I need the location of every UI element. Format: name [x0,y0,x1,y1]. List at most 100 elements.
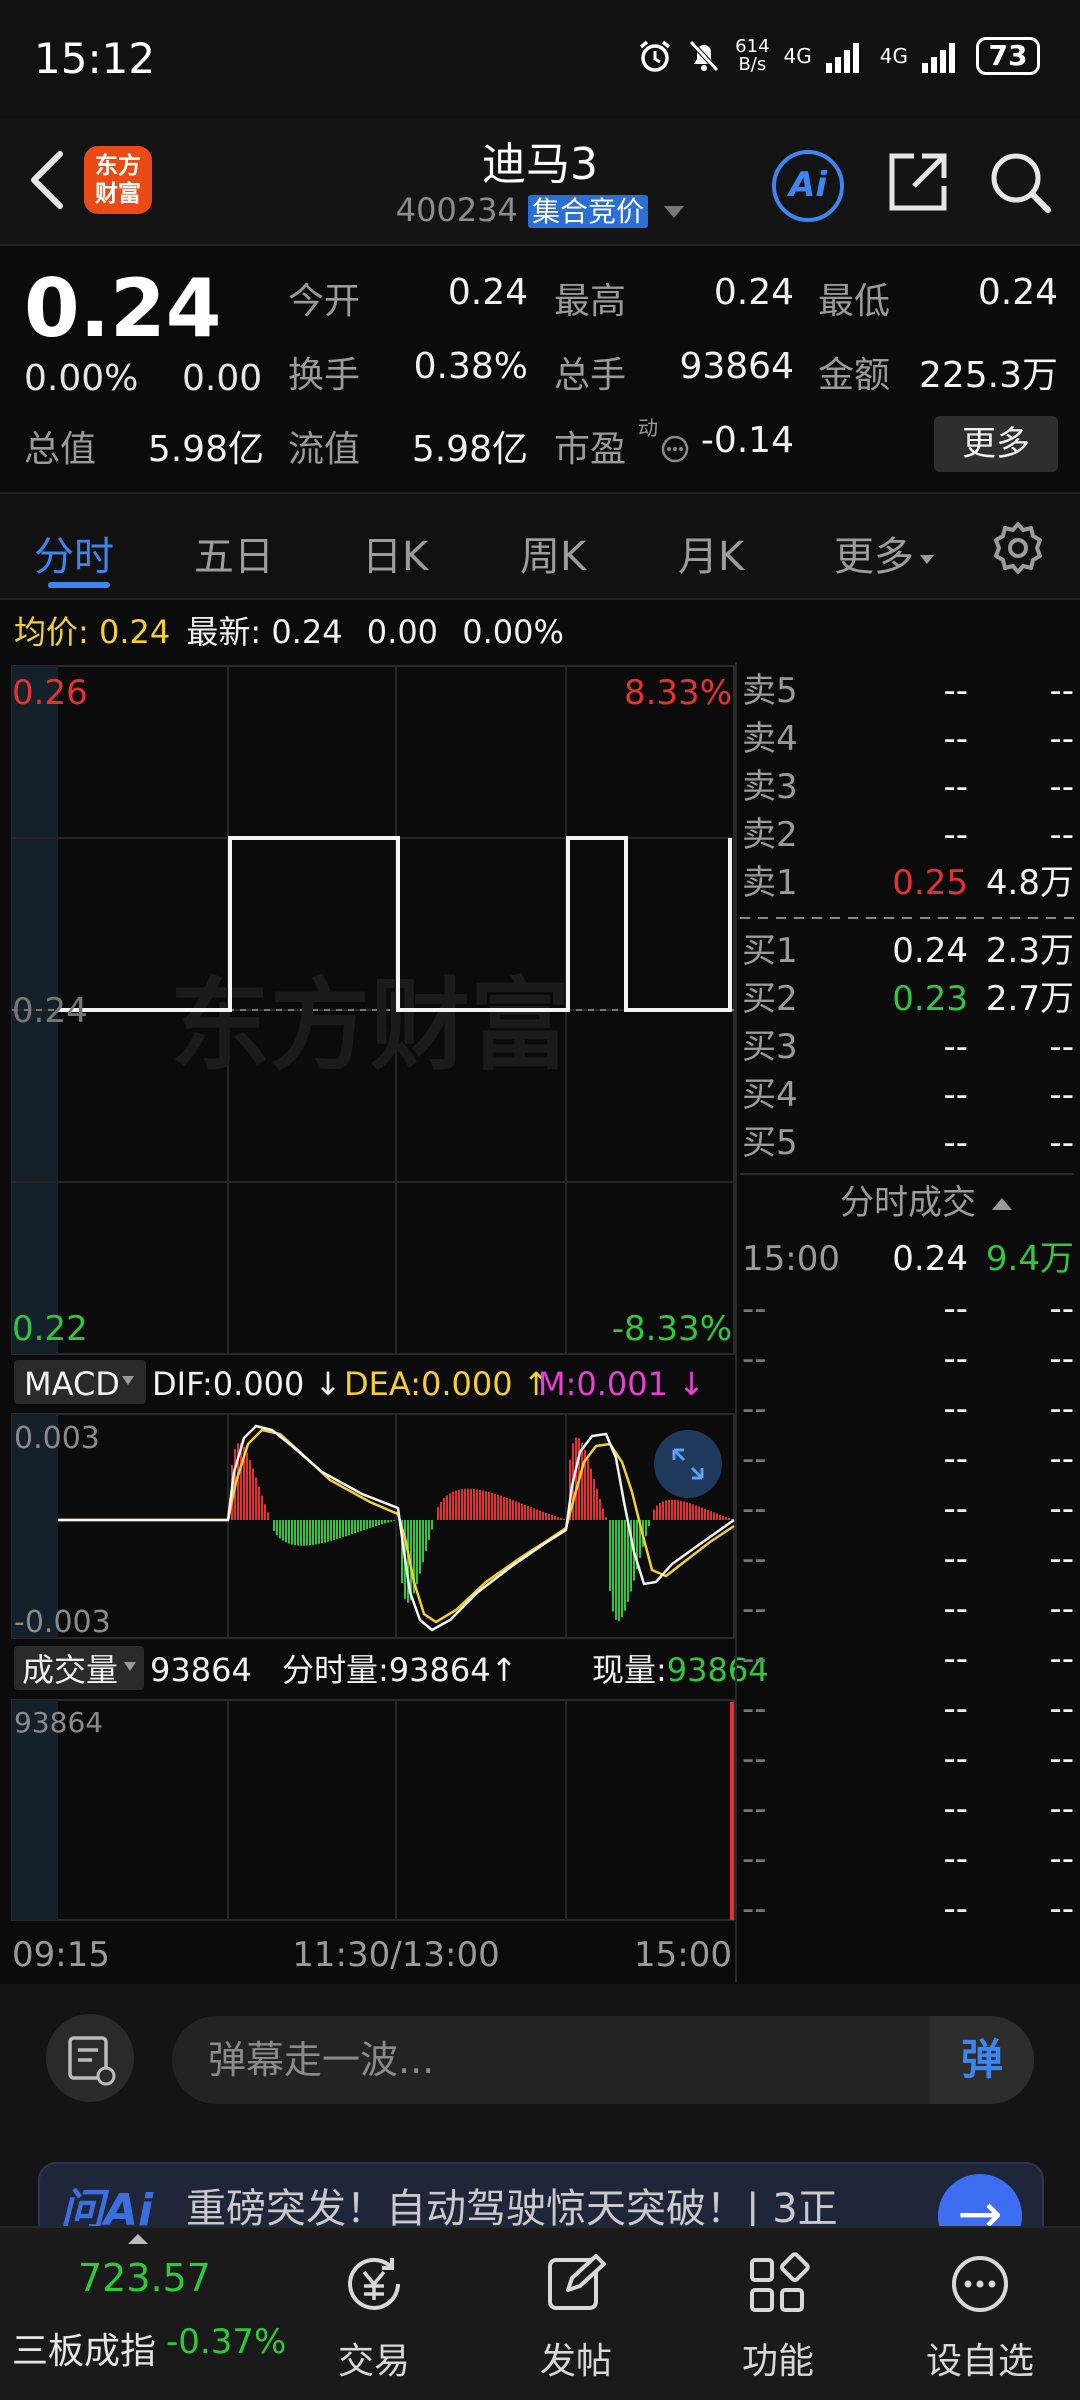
search-icon[interactable] [986,148,1054,216]
macd-bar [470,1488,472,1520]
index-name[interactable]: 三板成指 [12,2322,156,2374]
macd-axis-bottom: -0.003 [14,1605,111,1640]
macd-bar [461,1489,463,1520]
tab-monthly-k[interactable]: 月K [678,524,744,582]
tab-more[interactable]: 更多 [834,524,934,582]
macd-bar [291,1520,293,1545]
danmu-bar: 弹幕走一波... 弹 [0,1984,1080,2130]
promo-banner[interactable]: 问Ai 重磅突发！自动驾驶惊天突破！| 3正 → [0,2130,1080,2226]
more-fields-button[interactable]: 更多 [934,416,1058,472]
info-icon[interactable] [660,434,690,464]
macd-bar [548,1513,550,1520]
volume-label: 总手 [554,355,627,396]
macd-bar [581,1442,583,1520]
macd-bar [704,1508,706,1520]
macd-bar [491,1492,493,1520]
macd-bar [467,1488,469,1520]
volume-bar [730,1702,734,1920]
macd-bar [488,1491,490,1520]
volume-panel-frame [11,1699,735,1921]
macd-bar [422,1520,424,1563]
trade-time: -- [742,1789,767,1829]
macd-bar [674,1499,676,1520]
latest-value: 0.24 [271,613,343,651]
sort-up-icon[interactable] [992,1198,1012,1210]
tab-daily-k[interactable]: 日K [362,524,428,582]
grid-icon [750,2252,810,2312]
add-watchlist-label: 设自选 [925,2341,1034,2382]
macd-bar [339,1520,341,1539]
functions-button[interactable]: 功能 [698,2228,858,2400]
macd-bar [662,1501,664,1520]
macd-bar [455,1490,457,1520]
tab-weekly-k[interactable]: 周K [520,524,586,582]
macd-bar [560,1518,562,1520]
macd-bar [590,1468,592,1520]
macd-bar [330,1520,332,1541]
macd-bar [509,1499,511,1520]
macd-bar [618,1520,620,1621]
trade-price: -- [943,1389,968,1429]
ask-level-label: 卖2 [742,815,798,855]
trade-volume: -- [1049,1689,1074,1729]
macd-bar [393,1520,395,1521]
macd-bar [551,1515,553,1520]
macd-bar [246,1452,248,1520]
macd-bar [686,1502,688,1520]
macd-bar [485,1491,487,1520]
settings-gear-icon[interactable] [990,520,1046,576]
macd-selector-label: MACD [24,1365,120,1403]
macd-bar [440,1501,442,1520]
trade-price: -- [943,1639,968,1679]
macd-bar [701,1507,703,1520]
share-icon[interactable] [884,148,952,216]
macd-bar [659,1503,661,1520]
macd-bar [336,1520,338,1540]
tab-intraday[interactable]: 分时 [34,524,114,582]
macd-bar [276,1520,278,1536]
intraday-chart[interactable]: 东方财富 0.26 8.33% 0.24 0.22 -8.33% MACD DI… [0,662,1080,1982]
macd-bar [545,1512,547,1520]
ask-level-label: 卖5 [742,671,798,711]
danmu-input[interactable]: 弹幕走一波... [172,2016,1034,2104]
macd-bar [318,1520,320,1544]
macd-bar [300,1520,302,1546]
post-button[interactable]: 发帖 [496,2228,656,2400]
expand-chart-button[interactable] [654,1430,722,1498]
tab-five-day[interactable]: 五日 [194,524,274,582]
ask-price: -- [943,671,968,711]
volume-selector-label: 成交量 [22,1651,118,1689]
pct-axis-top: 8.33% [624,673,732,713]
pe-superscript: 动 [638,416,658,440]
promo-brand: 问Ai [60,2185,154,2226]
macd-bar [479,1489,481,1520]
trade-price: -- [943,1739,968,1779]
macd-bar [698,1506,700,1520]
chevron-down-icon [664,206,685,218]
macd-bar [351,1520,353,1535]
trade-price: 0.24 [892,1239,968,1279]
ai-assistant-button[interactable]: Ai [772,150,844,222]
signal-bars-icon [825,43,859,73]
macd-bar [521,1503,523,1520]
quote-panel: 0.24 0.00% 0.00 今开 0.24 最高 0.24 最低 0.24 … [0,246,1080,494]
trade-button[interactable]: 交易 [294,2228,454,2400]
trade-volume: -- [1049,1539,1074,1579]
macd-bar [512,1500,514,1520]
index-value[interactable]: 723.57 [78,2256,211,2300]
macd-bar [357,1520,359,1533]
add-watchlist-button[interactable]: 设自选 [900,2228,1060,2400]
order-book[interactable]: 卖5 -- -- 卖4 -- -- 卖3 -- -- 卖2 -- -- 卖1 0.25 4.8万买1 0.24… [742,671,1074,1929]
danmu-send-button[interactable]: 弹 [930,2016,1034,2104]
macd-bar [503,1496,505,1520]
macd-bar [542,1511,544,1520]
macd-bar [563,1519,565,1520]
macd-bar [725,1516,727,1520]
danmu-settings-button[interactable] [46,2014,134,2102]
macd-bar [500,1495,502,1520]
bid-price: -- [943,1123,968,1163]
macd-bar [473,1489,475,1520]
macd-bar [261,1495,263,1520]
macd-bar [390,1520,392,1522]
macd-bar [476,1489,478,1520]
